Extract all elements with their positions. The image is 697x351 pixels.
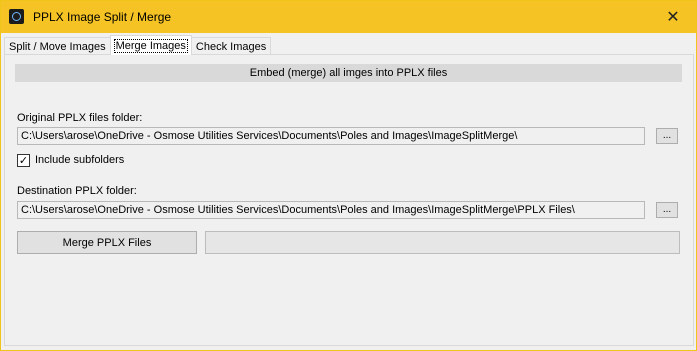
destination-folder-field[interactable]: C:\Users\arose\OneDrive - Osmose Utiliti… [17,201,645,219]
original-folder-field[interactable]: C:\Users\arose\OneDrive - Osmose Utiliti… [17,127,645,145]
original-folder-browse-button[interactable]: ... [656,128,678,144]
close-button[interactable]: ✕ [650,1,696,33]
include-subfolders-checkbox[interactable]: ✓ [17,154,30,167]
check-icon: ✓ [18,155,29,167]
merge-images-panel: Embed (merge) all imges into PPLX files … [4,54,694,346]
include-subfolders-label: Include subfolders [35,154,125,166]
panel-header: Embed (merge) all imges into PPLX files [15,64,682,82]
merge-progress-bar [205,231,680,254]
tab-merge-images[interactable]: Merge Images [109,35,192,55]
tab-label: Merge Images [113,38,188,53]
destination-folder-browse-button[interactable]: ... [656,202,678,218]
window-title: PPLX Image Split / Merge [33,10,172,24]
close-icon: ✕ [666,9,680,26]
app-icon [9,9,24,24]
title-bar: PPLX Image Split / Merge ✕ [1,1,696,33]
tab-label: Check Images [195,40,267,53]
merge-pplx-files-button[interactable]: Merge PPLX Files [17,231,197,254]
tab-label: Split / Move Images [9,40,106,53]
app-window: PPLX Image Split / Merge ✕ Split / Move … [0,0,697,351]
original-folder-label: Original PPLX files folder: [17,112,143,124]
tab-strip: Split / Move Images Merge Images Check I… [4,35,272,56]
destination-folder-label: Destination PPLX folder: [17,185,137,197]
